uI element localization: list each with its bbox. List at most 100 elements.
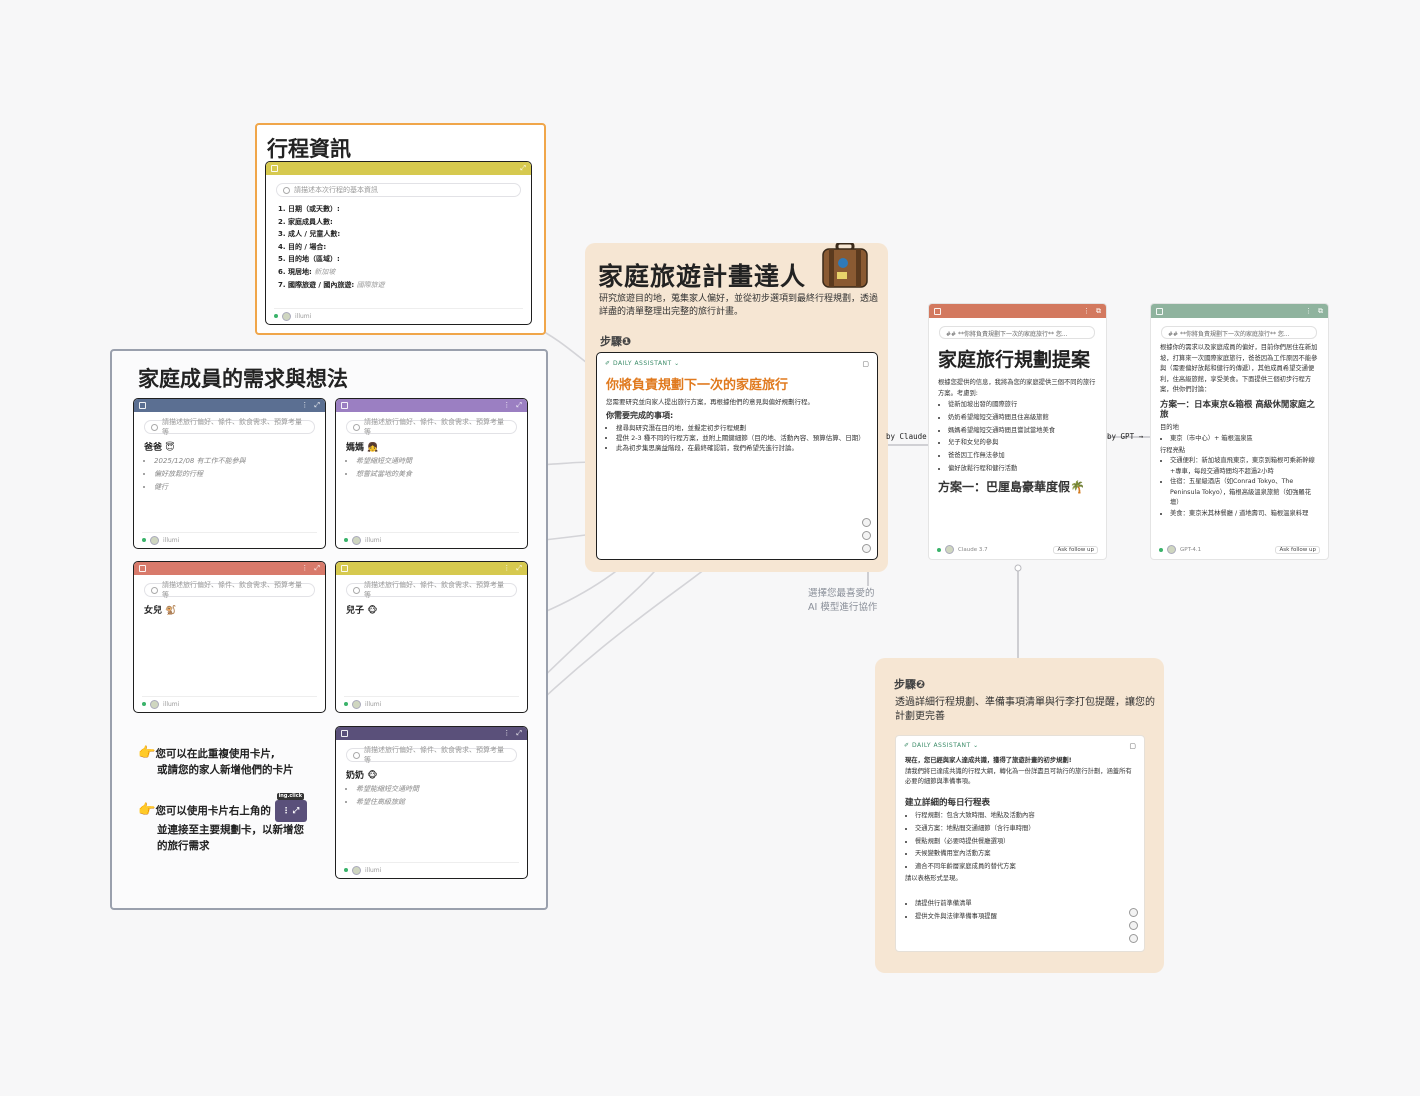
claude-response-card[interactable]: ⋮ ⧉ ## **你將負責規劃下一次的家庭旅行** 您... 家庭旅行規劃提案 根… (928, 303, 1107, 560)
assistant-selector[interactable]: ✐ DAILY ASSISTANT ⌄ (904, 742, 979, 750)
trip-info-card[interactable]: ⤢ 請描述本次行程的基本資訊 1. 日期（或天數）: 2. 家庭成員人數: 3.… (265, 161, 532, 325)
response-intro: 根據您提供的信息，我將為您的家庭提供三個不同的旅行方案。考慮到: (938, 379, 1096, 397)
status-dot (274, 314, 278, 318)
card-icon (341, 565, 348, 572)
copy-icon[interactable]: ▢ (1129, 742, 1136, 750)
step2-label: 步驟❷ (894, 678, 926, 691)
list-item: 4. 目的 / 場合: (278, 242, 327, 251)
expand-icon[interactable]: ⤢ (520, 164, 526, 173)
list-item: 兒子和女兒的參與 (948, 437, 1097, 450)
list-item: 提供文件與法律準備事項提醒 (915, 911, 1135, 924)
info-icon (283, 186, 290, 194)
card-icon (139, 565, 146, 572)
gemini-model-icon[interactable] (862, 544, 871, 553)
ask-follow-up-button[interactable]: Ask follow up (1053, 545, 1098, 554)
prompt-chip[interactable]: ## **你將負責規劃下一次的家庭旅行** 您... (1161, 326, 1317, 339)
list-item: 天候變數備用室內活動方案 (915, 848, 1135, 861)
avatar (352, 535, 361, 545)
gpt-model-icon[interactable] (1129, 921, 1138, 930)
copy-icon[interactable]: ⧉ (1318, 307, 1323, 316)
gpt-model-icon[interactable] (862, 531, 871, 540)
status-dot (1159, 547, 1163, 552)
more-icon[interactable]: ⋮ (301, 564, 308, 573)
gpt-response-card[interactable]: ⋮ ⧉ ## **你將負責規劃下一次的家庭旅行** 您... 根據你的需求以及家庭… (1150, 303, 1329, 560)
member-card-dad[interactable]: ⋮⤢ 請描述旅行偏好、條件、飲食需求、預算考量等 爸爸 😇 2025/12/08… (133, 398, 326, 549)
copy-icon[interactable]: ⧉ (1096, 307, 1101, 316)
footer-user: illumi (365, 536, 382, 544)
prompt-field[interactable]: 請描述本次行程的基本資訊 (276, 183, 521, 197)
more-icon[interactable]: ⋮ (503, 729, 510, 738)
footer-user: illumi (365, 700, 382, 708)
prompt-text: 請描述旅行偏好、條件、飲食需求、預算考量等 (161, 418, 302, 436)
step2-intro2: 請我們將已達成共識的行程大綱，轉化為一份詳盡且可執行的旅行計劃，涵蓋所有必要的細… (905, 767, 1132, 786)
status-dot (142, 702, 146, 706)
prompt-field[interactable]: 請描述旅行偏好、條件、飲食需求、預算考量等 (144, 581, 315, 599)
member-name: 爸爸 😇 (144, 443, 175, 453)
card-footer: illumi (142, 696, 317, 709)
card-icon (139, 402, 146, 409)
expand-icon[interactable]: ⤢ (314, 401, 320, 410)
status-dot (344, 868, 348, 872)
hint-reuse-cards: 👉您可以在此重複使用卡片, 或請您的家人新增他們的卡片 (138, 745, 294, 778)
member-name: 奶奶 🐵 (346, 771, 378, 781)
list-item: 美食：東京米其林餐廳 / 道地壽司、箱根溫泉料理 (1170, 509, 1319, 520)
prompt-chip[interactable]: ## **你將負責規劃下一次的家庭旅行** 您... (939, 326, 1095, 339)
member-card-daughter[interactable]: ⋮ ⤢ 請描述旅行偏好、條件、飲食需求、預算考量等 女兒 🐒 illumi (133, 561, 326, 713)
copy-icon[interactable]: ▢ (862, 360, 869, 368)
list-item: 6. 現居地: 新加坡 (278, 267, 336, 276)
prompt-field[interactable]: 請描述旅行偏好、條件、飲食需求、預算考量等 (144, 418, 315, 436)
claude-model-icon[interactable] (1129, 908, 1138, 917)
avatar (945, 545, 954, 554)
status-dot (344, 702, 348, 706)
planner-card[interactable]: ✐ DAILY ASSISTANT ⌄ ▢ 你將負責規劃下一次的家庭旅行 您需要… (596, 352, 878, 560)
prompt-field[interactable]: 請描述旅行偏好、條件、飲食需求、預算考量等 (346, 418, 517, 436)
model-picker[interactable] (862, 518, 871, 553)
step2-card[interactable]: ✐ DAILY ASSISTANT ⌄ ▢ 現在，您已經與家人達成共識，獲得了旅… (895, 735, 1145, 952)
list-item: 希望縮短交通時間 (356, 455, 517, 468)
hint-text: 或請您的家人新增他們的卡片 (157, 764, 294, 776)
prompt-text: 請描述旅行偏好、條件、飲食需求、預算考量等 (363, 746, 504, 764)
list-item: 適合不同年齡層家庭成員的替代方案 (915, 861, 1135, 874)
avatar (282, 311, 291, 321)
card-header: ⋮ ⧉ (929, 304, 1106, 318)
expand-icon[interactable]: ⤢ (516, 401, 522, 410)
status-dot (937, 547, 941, 552)
card-icon (341, 730, 348, 737)
prompt-text: 請描述旅行偏好、條件、飲食需求、預算考量等 (363, 418, 504, 436)
gemini-model-icon[interactable] (1129, 934, 1138, 943)
assistant-selector[interactable]: ✐ DAILY ASSISTANT ⌄ (605, 360, 680, 368)
list-item: 媽媽希望縮短交通時間且嘗試當地美食 (948, 425, 1097, 438)
more-icon[interactable]: ⋮ (1083, 307, 1090, 316)
more-icon[interactable]: ⋮ (503, 564, 510, 573)
expand-icon[interactable]: ⤢ (314, 564, 320, 573)
member-card-mom[interactable]: ⋮⤢ 請描述旅行偏好、條件、飲食需求、預算考量等 媽媽 👧 希望縮短交通時間 想… (335, 398, 528, 549)
highlights-label: 行程亮點 (1160, 446, 1186, 454)
member-card-son[interactable]: ⋮ ⤢ 請描述旅行偏好、條件、飲食需求、預算考量等 兒子 🐵 illumi (335, 561, 528, 713)
list-item: 住宿：五星級酒店（如Conrad Tokyo、The Peninsula Tok… (1170, 477, 1319, 509)
list-item: 搜尋與研究潛在目的地，並擬定初步行程規劃 (616, 423, 868, 433)
model-picker[interactable] (1129, 908, 1138, 943)
card-header: ⤢ (266, 162, 531, 175)
prompt-field[interactable]: 請描述旅行偏好、條件、飲食需求、預算考量等 (346, 581, 517, 599)
plan-heading: 方案一：巴厘島豪華度假🌴 (938, 479, 1085, 494)
more-icon[interactable]: ⋮ (301, 401, 308, 410)
table-note: 請以表格形式呈現。 (905, 874, 962, 882)
status-dot (142, 538, 146, 542)
claude-model-icon[interactable] (862, 518, 871, 527)
expand-icon[interactable]: ⤢ (516, 564, 522, 573)
prompt-field[interactable]: 請描述旅行偏好、條件、飲食需求、預算考量等 (346, 746, 517, 764)
card-footer: illumi (142, 532, 317, 545)
connect-handle-icon: ⋮ ⤢ ing.click (274, 793, 307, 822)
more-icon[interactable]: ⋮ (503, 401, 510, 410)
card-header: ⋮ ⤢ (336, 399, 527, 412)
prompt-text: 請描述本次行程的基本資訊 (294, 186, 378, 194)
ask-follow-up-button[interactable]: Ask follow up (1275, 545, 1320, 554)
response-title: 家庭旅行規劃提案 (938, 349, 1091, 371)
footer-user: illumi (295, 312, 312, 320)
expand-icon[interactable]: ⤢ (516, 729, 522, 738)
pointing-hand-icon: 👉 (138, 802, 156, 818)
member-card-grandma[interactable]: ⋮⤢ 請描述旅行偏好、條件、飲食需求、預算考量等 奶奶 🐵 希望能縮短交通時間 … (335, 726, 528, 879)
step2-body: 現在，您已經與家人達成共識，獲得了旅遊計畫的初步規劃! 請我們將已達成共識的行程… (905, 756, 1135, 924)
trip-info-title: 行程資訊 (267, 137, 351, 161)
more-icon[interactable]: ⋮ (1305, 307, 1312, 316)
